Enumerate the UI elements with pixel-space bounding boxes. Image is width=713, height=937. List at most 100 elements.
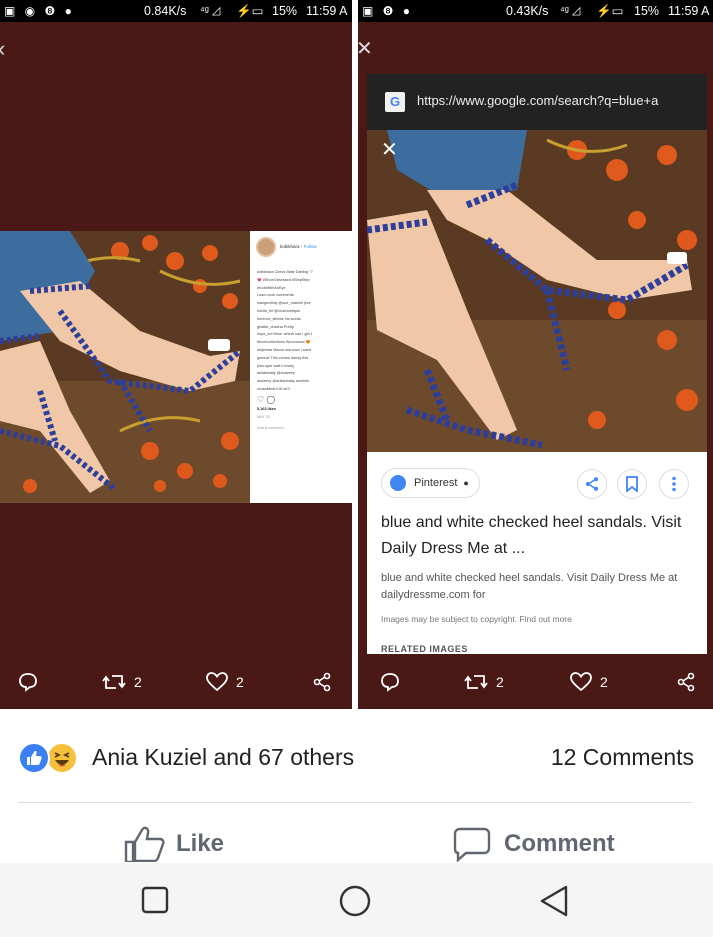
battery-level: 15% (272, 4, 298, 18)
like-button[interactable]: Like (124, 826, 224, 862)
signal-icon: ⁴ᵍ ◿ (200, 5, 221, 17)
status-bar: ▣ ◉ ❽ ● 0.84K/s ⁴ᵍ ◿ ⚡▭ 15% 11:59 A (0, 0, 352, 22)
add-comment-field: Add a comment... (257, 426, 287, 431)
comment-line: niejemas Mama mia wow I want (257, 347, 311, 352)
bookmark-icon (626, 476, 638, 492)
heart-icon (570, 672, 592, 692)
copyright-notice: Images may be subject to copyright. Find… (381, 614, 572, 624)
globe-icon (390, 475, 406, 491)
comment-button[interactable]: Comment (452, 826, 615, 862)
home-button[interactable] (338, 885, 372, 924)
close-icon[interactable]: ✕ (381, 140, 398, 160)
post-date: MAY 20 (257, 414, 271, 419)
haha-reaction-icon (46, 742, 78, 774)
comment-line: gmunai This comes handy this (257, 355, 309, 360)
square-icon (141, 886, 169, 914)
share-button[interactable] (676, 672, 696, 692)
comment-line: Load more comments (257, 293, 294, 298)
comment-line: kuhila_fnf @cicichoetique (257, 308, 301, 313)
signal-icon: ⁴ᵍ ◿ (560, 5, 581, 17)
like-count: 5,163 likes (257, 406, 277, 411)
comment-count[interactable]: 12 Comments (551, 744, 694, 771)
retweet-count: 2 (496, 674, 504, 690)
like-count: 2 (600, 674, 608, 690)
status-bar: ▣ ❽ ● 0.43K/s ⁴ᵍ ◿ ⚡▭ 15% 11:59 A (358, 0, 713, 22)
comment-label: Comment (504, 830, 615, 857)
back-button[interactable] (538, 885, 570, 924)
result-title[interactable]: blue and white checked heel sandals. Vis… (381, 510, 699, 562)
network-speed: 0.43K/s (506, 4, 549, 18)
result-description: blue and white checked heel sandals. Vis… (381, 572, 678, 601)
like-label: Like (176, 830, 225, 857)
heart-icon (206, 672, 228, 692)
comment-line: anitahbaby @audzeey (257, 371, 295, 376)
notification-icons: ▣ ◉ ❽ ● (4, 4, 75, 18)
thumbs-up-icon (124, 826, 165, 862)
network-speed: 0.84K/s (144, 4, 187, 18)
comment-line: hope_kei Wow. where can I get t (257, 332, 312, 337)
triangle-back-icon (540, 885, 568, 917)
share-button[interactable] (312, 672, 332, 692)
more-options-button[interactable] (659, 469, 689, 499)
battery-icon: ⚡▭ (236, 4, 264, 18)
battery-level: 15% (634, 4, 660, 18)
shoe-photo (0, 231, 250, 503)
save-button[interactable] (617, 469, 647, 499)
tweet-action-bar: 2 2 (0, 660, 352, 709)
reply-icon (381, 673, 399, 692)
comment-line: audzeey @anitahbaby awhhhh (257, 379, 310, 384)
recent-apps-button[interactable] (141, 885, 169, 920)
shoe-photo[interactable] (367, 130, 707, 452)
battery-icon: ⚡▭ (596, 4, 624, 18)
clock: 11:59 A (668, 4, 710, 18)
comment-icon (453, 827, 491, 862)
more-vert-icon (672, 476, 676, 492)
close-icon[interactable]: ‹ (0, 38, 5, 60)
share-icon (677, 672, 695, 692)
url-text[interactable]: https://www.google.com/search?q=blue+a (417, 93, 658, 108)
share-icon (313, 672, 331, 692)
reply-button[interactable] (18, 672, 38, 692)
browser-url-bar: G https://www.google.com/search?q=blue+a (367, 74, 707, 130)
share-button[interactable] (577, 469, 607, 499)
reactions-row[interactable]: Ania Kuziel and 67 others 12 Comments (18, 738, 694, 782)
system-navigation-bar (0, 863, 713, 937)
source-name: Pinterest (414, 477, 458, 489)
reply-button[interactable] (380, 672, 400, 692)
retweet-count: 2 (134, 674, 142, 690)
retweet-button[interactable]: 2 (102, 672, 142, 692)
like-button[interactable]: 2 (570, 672, 608, 692)
comment-line: fierceicollections Woooooow 😍 (257, 340, 311, 345)
notification-icons: ▣ ❽ ● (362, 4, 414, 18)
tweet-action-bar: 2 2 (358, 660, 713, 709)
close-icon[interactable]: ✕ (358, 38, 373, 60)
comment-line: kobikhara Check Mate Darling 🤍 (257, 270, 314, 274)
retweet-button[interactable]: 2 (464, 672, 504, 692)
share-icon (586, 477, 598, 491)
comment-line: ghattie_chacha Pretty (257, 324, 294, 329)
source-chip[interactable]: Pinterest ● (381, 468, 480, 498)
like-reaction-icon (18, 742, 50, 774)
reaction-names[interactable]: Ania Kuziel and 67 others (92, 744, 354, 771)
like-button[interactable]: 2 (206, 672, 244, 692)
reply-icon (19, 673, 37, 692)
google-image-result-card: G https://www.google.com/search?q=blue+a (367, 74, 707, 654)
comment-line: florence_kibebe No words (257, 316, 301, 321)
retweet-icon (102, 675, 126, 689)
divider (18, 802, 692, 803)
circle-icon (339, 885, 371, 917)
comment-line: nicawittimii Kill us!!! (257, 386, 290, 391)
instagram-username: kobikhara • Follow (280, 244, 317, 249)
info-icon: ● (463, 478, 469, 488)
heart-comment-icons: ♡ ◯ (257, 394, 276, 404)
instagram-post-card: kobikhara • Follow kobikhara Check Mate … (250, 231, 352, 503)
instagram-comments: kobikhara Check Mate Darling 🤍 💗 #ShoeOb… (257, 269, 349, 433)
related-images-heading: RELATED IMAGES (381, 644, 468, 654)
comment-line: #KobiWithAnEye (257, 285, 286, 290)
avatar (256, 237, 276, 257)
comment-line: wangechiiiiy @sue_mashin jeez (257, 301, 311, 306)
comment-line: 💗 #ShoeObsessed #StepStep (257, 277, 310, 282)
comment-line: john.sper swit n lovely (257, 363, 295, 368)
like-count: 2 (236, 674, 244, 690)
google-icon: G (385, 92, 405, 112)
